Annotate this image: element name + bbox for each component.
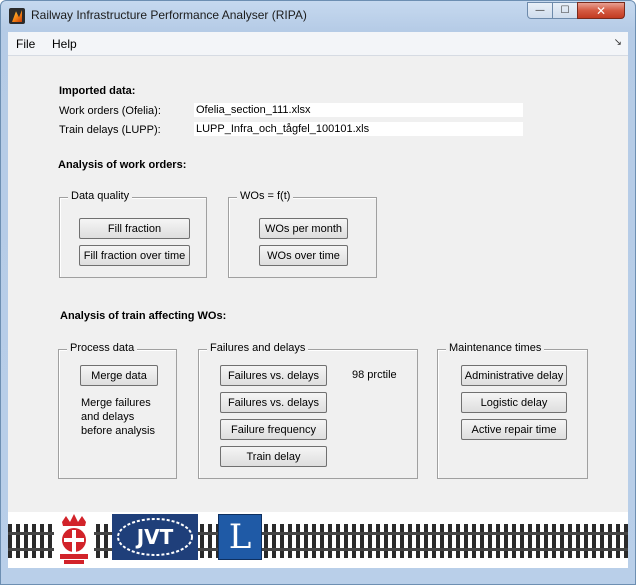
data-quality-panel: Data quality Fill fraction Fill fraction… bbox=[59, 190, 207, 278]
work-orders-field: Ofelia_section_111.xlsx bbox=[194, 103, 523, 117]
train-delays-label: Train delays (LUPP): bbox=[59, 124, 161, 136]
menu-bar: File Help ↘ bbox=[8, 32, 628, 56]
maintenance-times-panel: Maintenance times Administrative delay L… bbox=[437, 342, 588, 479]
work-orders-label: Work orders (Ofelia): bbox=[59, 105, 161, 117]
imported-data-heading: Imported data: bbox=[59, 85, 136, 97]
failures-vs-delays-button-2[interactable]: Failures vs. delays bbox=[220, 392, 327, 413]
menu-file[interactable]: File bbox=[16, 37, 35, 51]
failures-delays-panel: Failures and delays Failures vs. delays … bbox=[198, 342, 418, 479]
failures-vs-delays-button-1[interactable]: Failures vs. delays bbox=[220, 365, 327, 386]
merge-note-line2: and delays bbox=[81, 411, 135, 423]
window-frame-bottom bbox=[1, 568, 635, 584]
railway-track-graphic bbox=[8, 524, 628, 558]
failure-frequency-button[interactable]: Failure frequency bbox=[220, 419, 327, 440]
matlab-icon bbox=[9, 8, 25, 24]
process-data-panel: Process data Merge data Merge failures a… bbox=[58, 342, 177, 479]
merge-note-line3: before analysis bbox=[81, 425, 155, 437]
merge-data-button[interactable]: Merge data bbox=[80, 365, 158, 386]
dock-arrow-icon[interactable]: ↘ bbox=[614, 37, 622, 48]
app-window: Railway Infrastructure Performance Analy… bbox=[0, 0, 636, 585]
wos-per-month-button[interactable]: WOs per month bbox=[259, 218, 348, 239]
title-bar[interactable]: Railway Infrastructure Performance Analy… bbox=[1, 1, 635, 31]
minimize-icon: — bbox=[535, 5, 545, 16]
maintenance-times-title: Maintenance times bbox=[446, 342, 545, 354]
wos-panel: WOs = f(t) WOs per month WOs over time bbox=[228, 190, 377, 278]
merge-note-line1: Merge failures bbox=[81, 397, 151, 409]
administrative-delay-button[interactable]: Administrative delay bbox=[461, 365, 567, 386]
maximize-icon: ☐ bbox=[560, 5, 570, 16]
fill-fraction-button[interactable]: Fill fraction bbox=[79, 218, 190, 239]
minimize-button[interactable]: — bbox=[527, 2, 553, 19]
jvt-logo: JVT bbox=[112, 514, 198, 560]
maximize-button[interactable]: ☐ bbox=[552, 2, 578, 19]
close-button[interactable]: ✕ bbox=[577, 2, 625, 19]
wos-over-time-button[interactable]: WOs over time bbox=[259, 245, 348, 266]
wos-title: WOs = f(t) bbox=[237, 190, 294, 202]
close-icon: ✕ bbox=[595, 3, 607, 18]
menu-help[interactable]: Help bbox=[52, 37, 77, 51]
ltu-logo: L bbox=[218, 514, 262, 560]
data-quality-title: Data quality bbox=[68, 190, 133, 202]
window-title: Railway Infrastructure Performance Analy… bbox=[31, 8, 307, 22]
trafikverket-crown-logo bbox=[54, 512, 94, 566]
percentile-note: 98 prctile bbox=[352, 369, 397, 381]
failures-delays-title: Failures and delays bbox=[207, 342, 309, 354]
jvt-logo-text: JVT bbox=[136, 525, 174, 549]
merge-note: Merge failures and delays before analysi… bbox=[81, 396, 155, 438]
fill-fraction-over-time-button[interactable]: Fill fraction over time bbox=[79, 245, 190, 266]
logistic-delay-button[interactable]: Logistic delay bbox=[461, 392, 567, 413]
active-repair-time-button[interactable]: Active repair time bbox=[461, 419, 567, 440]
train-delays-field: LUPP_Infra_och_tågfel_100101.xls bbox=[194, 122, 523, 136]
crown-icon bbox=[60, 514, 88, 564]
work-orders-heading: Analysis of work orders: bbox=[58, 159, 187, 171]
process-data-title: Process data bbox=[67, 342, 138, 354]
ltu-logo-letter: L bbox=[228, 517, 252, 557]
train-affecting-heading: Analysis of train affecting WOs: bbox=[60, 310, 227, 322]
train-delay-button[interactable]: Train delay bbox=[220, 446, 327, 467]
main-panel: Imported data: Work orders (Ofelia): Ofe… bbox=[8, 56, 628, 512]
logo-strip: JVT L bbox=[8, 512, 628, 568]
